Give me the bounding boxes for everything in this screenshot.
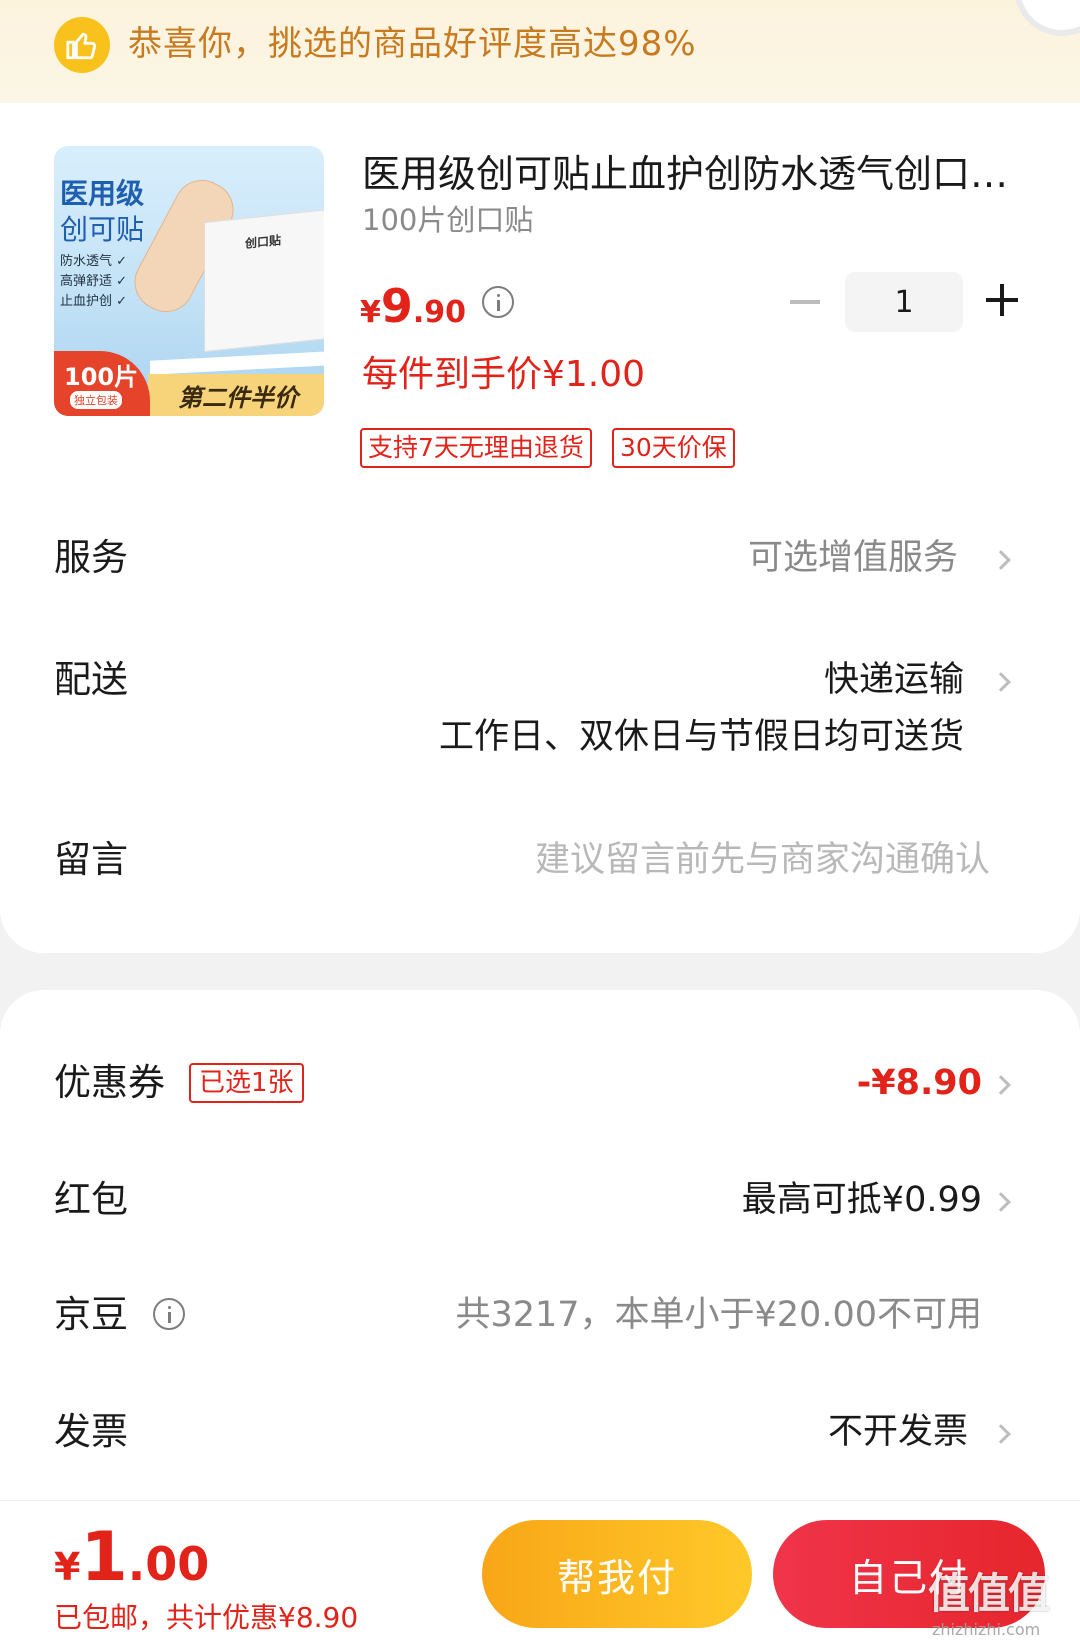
floating-corner-button[interactable] [1014, 0, 1080, 36]
image-feature: 防水透气 ✓ [60, 254, 128, 269]
coupon-selected-tag: 已选1张 [189, 1063, 304, 1103]
total-currency: ¥ [54, 1545, 81, 1589]
info-icon[interactable] [482, 286, 514, 318]
product-image[interactable]: 医用级 创可贴 防水透气 ✓ 高弹舒适 ✓ 止血护创 ✓ 创口贴 第二件半价 1… [54, 146, 324, 416]
quantity-increase-button[interactable] [986, 284, 1018, 316]
delivery-note: 工作日、双休日与节假日均可送货 [438, 717, 964, 757]
message-label: 留言 [54, 838, 128, 881]
image-promo: 第二件半价 [148, 374, 324, 416]
platform-graphic [150, 351, 324, 375]
total-decimal: .00 [127, 1537, 210, 1591]
package-box-graphic: 创口贴 [204, 205, 324, 353]
badge-sub: 独立包装 [70, 391, 122, 409]
total-discount-note: 已包邮，共计优惠¥8.90 [54, 1601, 359, 1634]
delivery-label: 配送 [54, 658, 128, 701]
jingdou-value: 共3217，本单小于¥20.00不可用 [455, 1295, 982, 1335]
redpack-value[interactable]: 最高可抵¥0.99 [742, 1175, 982, 1225]
price-decimal: .90 [412, 295, 467, 330]
product-spec[interactable]: 100片创口贴 [362, 200, 533, 240]
price-protect-tag: 30天价保 [612, 428, 735, 468]
invoice-value[interactable]: 不开发票 [828, 1407, 968, 1457]
service-label: 服务 [54, 536, 128, 579]
count-badge: 100片 独立包装 [54, 351, 150, 416]
product-title[interactable]: 医用级创可贴止血护创防水透气创口… [362, 150, 1012, 198]
image-feature: 止血护创 ✓ [60, 294, 128, 309]
badge-count: 100片 [64, 363, 139, 391]
return-policy-tag: 支持7天无理由退货 [360, 428, 592, 468]
unit-final-price: 每件到手价¥1.00 [362, 354, 646, 395]
invoice-label: 发票 [54, 1410, 128, 1453]
quantity-input[interactable]: 1 [845, 272, 963, 332]
service-value[interactable]: 可选增值服务 [748, 533, 958, 583]
delivery-method[interactable]: 快递运输 [824, 655, 964, 705]
message-input[interactable]: 建议留言前先与商家沟通确认 [535, 835, 990, 885]
total-integer: 1 [80, 1518, 128, 1597]
image-text-line2: 创可贴 [60, 213, 145, 246]
site-watermark: 值值值 [928, 1569, 1050, 1618]
info-icon[interactable] [153, 1298, 185, 1330]
watermark-url: zhizhizhi.com [932, 1620, 1041, 1639]
help-me-pay-button[interactable]: 帮我付 [482, 1520, 752, 1628]
banner-text: 恭喜你，挑选的商品好评度高达98% [128, 24, 697, 64]
quantity-decrease-button[interactable] [790, 300, 820, 304]
redpack-label: 红包 [54, 1178, 128, 1221]
price-integer: 9 [380, 279, 413, 333]
coupon-value[interactable]: -¥8.90 [857, 1058, 982, 1108]
image-feature: 高弹舒适 ✓ [60, 274, 128, 289]
thumbs-up-icon [54, 17, 110, 73]
coupon-label: 优惠券 [54, 1061, 165, 1104]
jingdou-label: 京豆 [54, 1293, 128, 1336]
praise-banner: 恭喜你，挑选的商品好评度高达98% [0, 0, 1080, 103]
price-currency: ¥ [360, 295, 381, 330]
box-label: 创口贴 [245, 233, 282, 251]
image-text-line1: 医用级 [60, 177, 145, 210]
product-price: ¥9.90 [360, 276, 466, 347]
